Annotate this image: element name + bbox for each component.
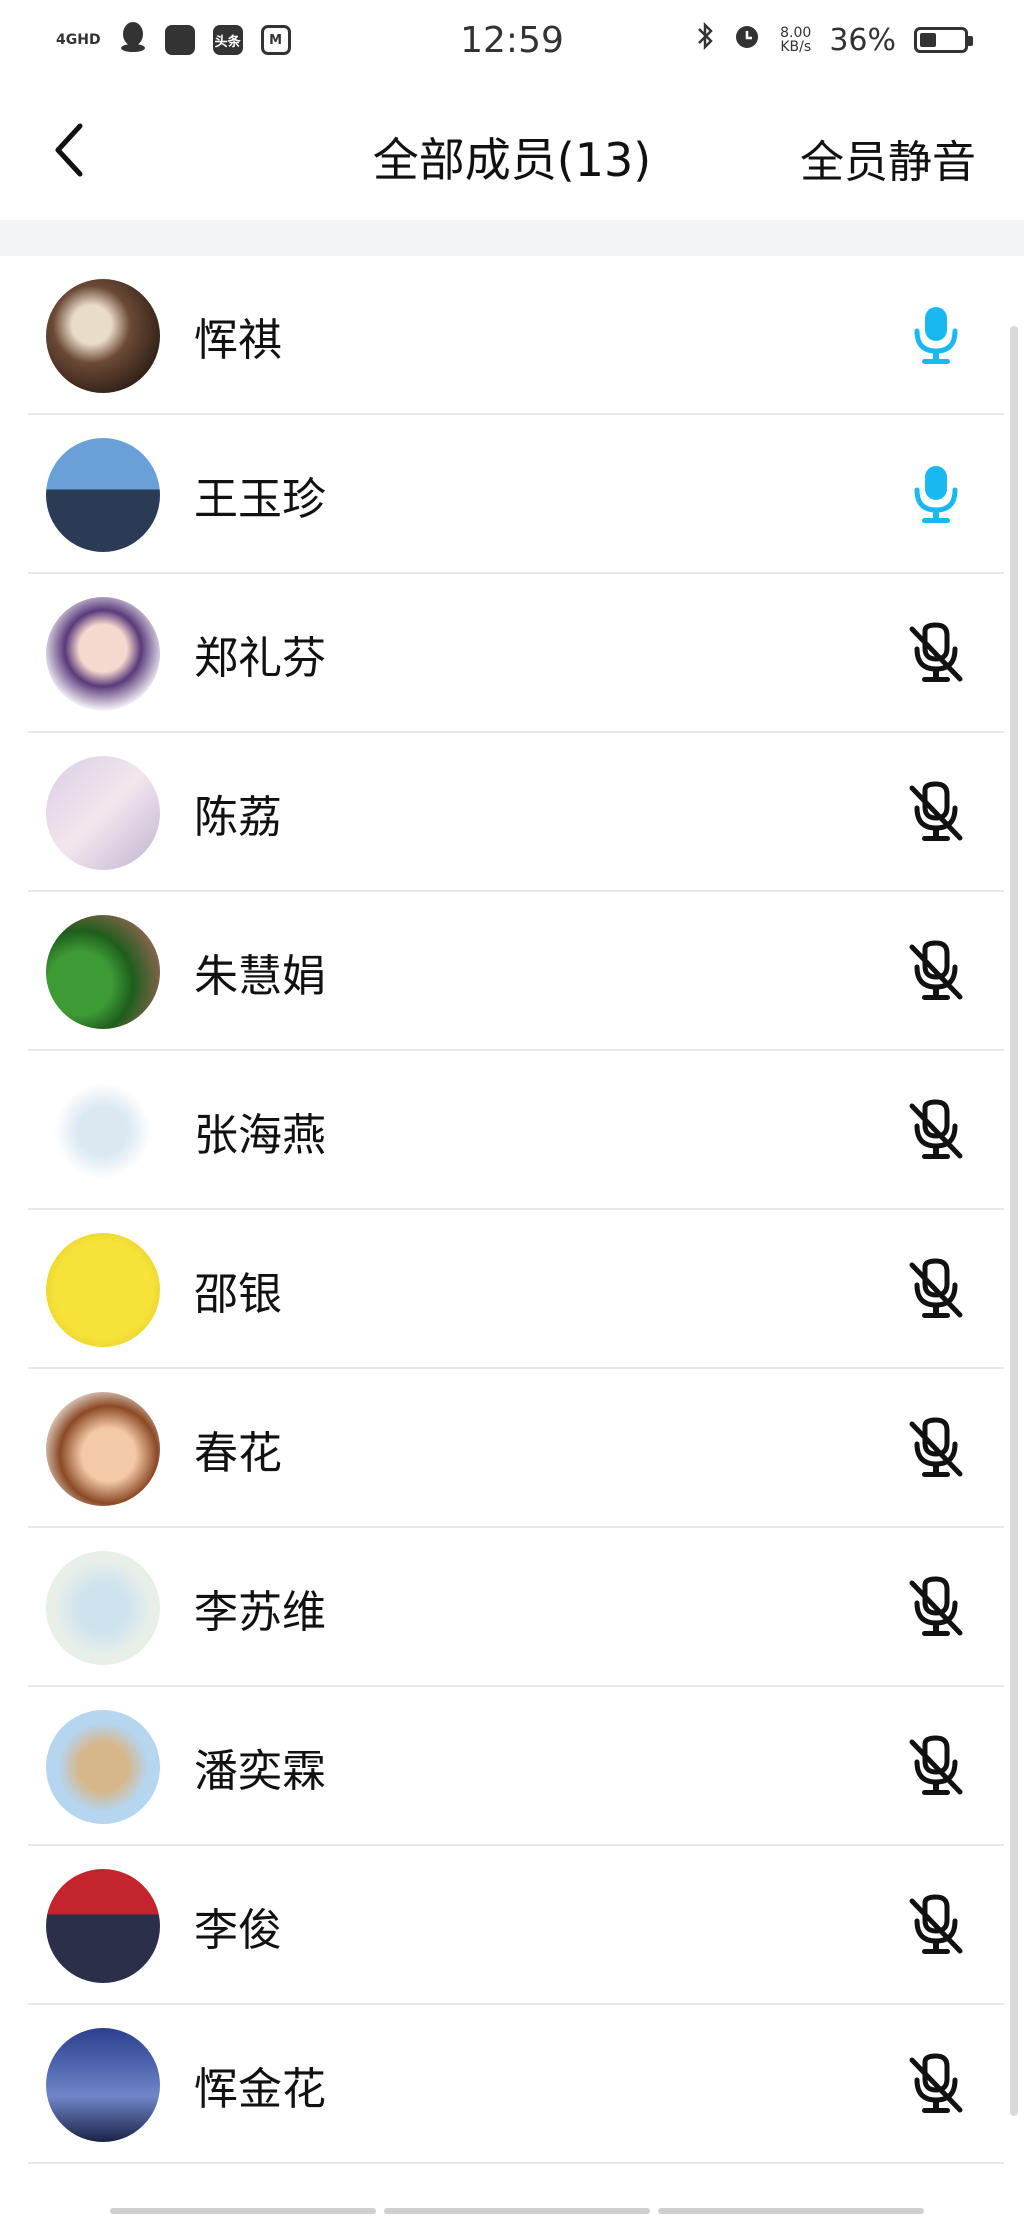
member-row[interactable]: 李俊 [0, 1846, 1024, 2005]
mv-icon: M [260, 25, 291, 55]
mic-muted-icon[interactable] [904, 618, 968, 690]
alarm-icon [732, 21, 762, 59]
network-speed-unit: KB/s [780, 39, 812, 55]
status-bar: 4GHD 头条 M 12:59 8.00 KB/s 36% [0, 0, 1024, 80]
battery-percent: 36% [829, 22, 896, 58]
avatar[interactable] [46, 596, 160, 711]
separator-band [0, 220, 1024, 256]
mic-muted-icon[interactable] [904, 777, 968, 849]
member-list: 恽祺 王玉珍 郑礼芬 陈荔 朱慧娟 张海燕 邵银 春花 李苏维 潘奕霖 李俊 恽… [0, 256, 1024, 2164]
member-name: 郑礼芬 [194, 632, 326, 684]
mic-muted-icon[interactable] [904, 1731, 968, 1803]
bottom-indicator [110, 2208, 924, 2214]
network-speed: 8.00 KB/s [780, 26, 811, 54]
avatar[interactable] [46, 278, 160, 393]
avatar[interactable] [46, 914, 160, 1029]
mic-muted-icon[interactable] [904, 2049, 968, 2121]
battery-icon [914, 27, 973, 53]
mic-muted-icon[interactable] [904, 1413, 968, 1485]
qq-icon [119, 20, 147, 60]
avatar[interactable] [46, 1073, 160, 1188]
app-icon [164, 25, 195, 55]
member-name: 李俊 [194, 1904, 282, 1956]
member-name: 潘奕霖 [194, 1745, 326, 1797]
member-row[interactable]: 朱慧娟 [0, 892, 1024, 1051]
scrollbar[interactable] [1010, 326, 1018, 2116]
avatar[interactable] [46, 1550, 160, 1665]
mic-muted-icon[interactable] [904, 1095, 968, 1167]
network-speed-value: 8.00 [780, 25, 812, 41]
member-row[interactable]: 春花 [0, 1369, 1024, 1528]
member-row[interactable]: 张海燕 [0, 1051, 1024, 1210]
mic-muted-icon[interactable] [904, 1254, 968, 1326]
status-left: 4GHD 头条 M [56, 20, 291, 60]
avatar[interactable] [46, 1232, 160, 1347]
member-row[interactable]: 恽金花 [0, 2005, 1024, 2164]
member-name: 陈荔 [194, 791, 282, 843]
avatar[interactable] [46, 1709, 160, 1824]
avatar[interactable] [46, 755, 160, 870]
member-row[interactable]: 郑礼芬 [0, 574, 1024, 733]
bottom-indicator-segment [110, 2208, 376, 2214]
member-name: 恽祺 [194, 314, 282, 366]
member-name: 朱慧娟 [194, 950, 326, 1002]
bottom-indicator-segment [658, 2208, 924, 2214]
network-indicator: 4GHD [56, 32, 101, 48]
member-row[interactable]: 邵银 [0, 1210, 1024, 1369]
avatar[interactable] [46, 1868, 160, 1983]
member-row[interactable]: 王玉珍 [0, 415, 1024, 574]
bluetooth-icon [696, 21, 714, 59]
battery-level [920, 33, 936, 47]
member-name: 李苏维 [194, 1586, 326, 1638]
bottom-indicator-segment [384, 2208, 650, 2214]
mic-on-icon[interactable] [904, 300, 968, 372]
member-name: 张海燕 [194, 1109, 326, 1161]
member-row[interactable]: 潘奕霖 [0, 1687, 1024, 1846]
status-right: 8.00 KB/s 36% [696, 21, 973, 59]
mic-muted-icon[interactable] [904, 936, 968, 1008]
header: 全部成员(13) 全员静音 [0, 80, 1024, 220]
avatar[interactable] [46, 437, 160, 552]
mic-on-icon[interactable] [904, 459, 968, 531]
avatar[interactable] [46, 2027, 160, 2142]
member-row[interactable]: 恽祺 [0, 256, 1024, 415]
mic-muted-icon[interactable] [904, 1572, 968, 1644]
mic-muted-icon[interactable] [904, 1890, 968, 1962]
member-name: 春花 [194, 1427, 282, 1479]
member-name: 恽金花 [194, 2063, 326, 2115]
avatar[interactable] [46, 1391, 160, 1506]
member-name: 邵银 [194, 1268, 282, 1320]
toutiao-icon: 头条 [212, 25, 243, 55]
member-row[interactable]: 陈荔 [0, 733, 1024, 892]
member-name: 王玉珍 [194, 473, 326, 525]
member-row[interactable]: 李苏维 [0, 1528, 1024, 1687]
mute-all-button[interactable]: 全员静音 [800, 126, 976, 190]
